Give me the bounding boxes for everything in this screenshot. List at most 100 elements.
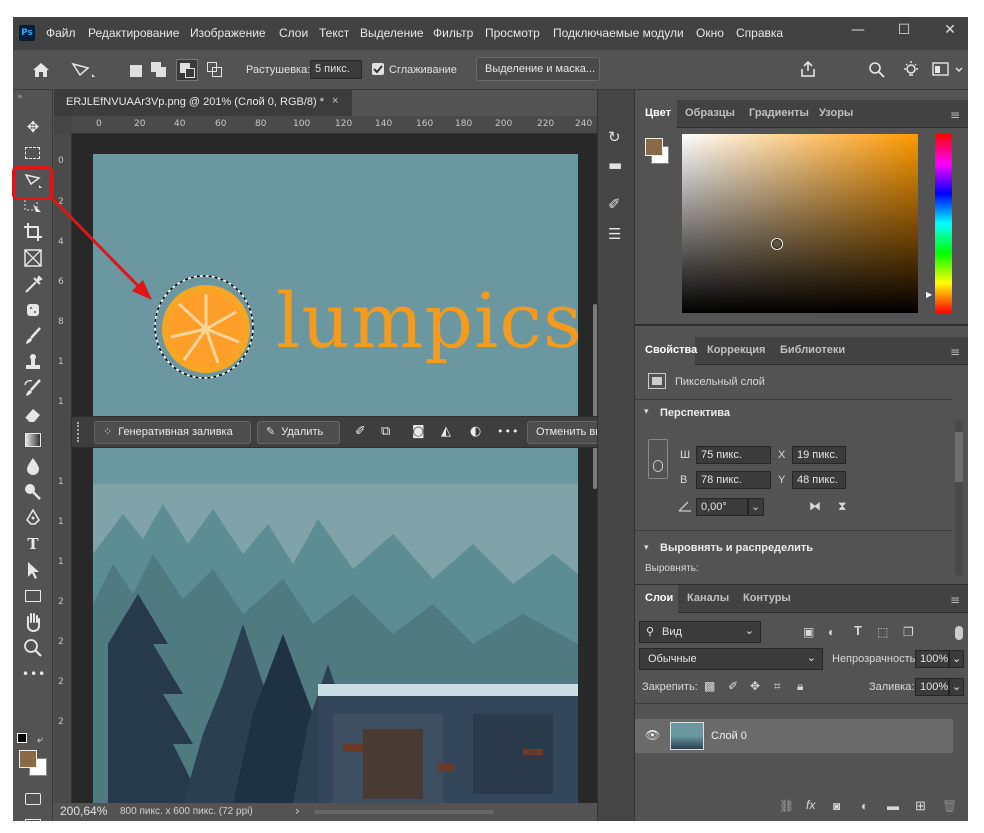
add-selection-icon[interactable]	[151, 62, 167, 78]
hand-tool-icon[interactable]	[22, 611, 44, 633]
home-icon[interactable]	[32, 62, 50, 78]
adjustments-icon[interactable]: ☰	[608, 225, 621, 243]
menu-plugins[interactable]: Подключаемые модули	[553, 26, 684, 40]
marquee-tool-icon[interactable]	[22, 142, 44, 164]
fill-icon[interactable]: ◭	[441, 425, 451, 439]
zoom-level[interactable]: 200,64%	[60, 804, 107, 818]
eraser-tool-icon[interactable]	[22, 403, 44, 425]
height-input[interactable]: 78 пикс.	[696, 471, 771, 489]
more-tools-icon[interactable]: •••	[22, 663, 45, 685]
delete-layer-icon[interactable]: 🗑︎	[942, 799, 957, 813]
collapse-arrow-icon[interactable]: ▾	[644, 406, 649, 417]
new-layer-icon[interactable]: ⊞	[915, 798, 926, 814]
remove-button[interactable]: ✎ Удалить	[257, 421, 340, 444]
tab-channels[interactable]: Каналы	[687, 592, 729, 604]
brush-tool-icon[interactable]	[22, 325, 44, 347]
feather-input[interactable]: 5 пикс.	[310, 60, 362, 79]
hue-slider[interactable]	[935, 134, 952, 313]
lock-all-icon[interactable]: 🔒︎	[797, 679, 803, 694]
menu-image[interactable]: Изображение	[190, 26, 266, 40]
swap-colors-icon[interactable]: ⤶	[37, 733, 43, 747]
close-window-button[interactable]: ✕	[935, 22, 965, 38]
collapse-icon[interactable]: »	[17, 92, 23, 102]
zoom-tool-icon[interactable]	[22, 637, 44, 659]
lock-image-icon[interactable]: ✐	[728, 679, 738, 693]
tab-paths[interactable]: Контуры	[743, 592, 791, 604]
select-and-mask-button[interactable]: Выделение и маска...	[476, 57, 600, 81]
menu-view[interactable]: Просмотр	[485, 26, 540, 40]
tab-libraries[interactable]: Библиотеки	[780, 344, 845, 356]
color-field[interactable]	[682, 134, 918, 313]
horizontal-scrollbar[interactable]	[314, 810, 494, 814]
color-picker-cursor[interactable]	[772, 239, 782, 249]
fill-dropdown-icon[interactable]: ⌄	[949, 678, 964, 696]
gradient-tool-icon[interactable]	[22, 429, 44, 451]
tab-color[interactable]: Цвет	[645, 107, 671, 119]
blend-mode-dropdown[interactable]: Обычные ⌄	[639, 648, 823, 670]
filter-toggle[interactable]	[955, 626, 963, 640]
panel-menu-icon[interactable]: ≡	[950, 593, 960, 607]
brushes-icon[interactable]: ✐	[608, 195, 621, 213]
width-input[interactable]: 75 пикс.	[696, 446, 771, 464]
flip-horizontal-icon[interactable]: ⧓	[809, 499, 821, 513]
more-options-icon[interactable]: •••	[497, 425, 519, 439]
tab-gradients[interactable]: Градиенты	[749, 107, 809, 119]
document-image[interactable]: lumpics	[93, 154, 578, 804]
new-selection-icon[interactable]	[130, 65, 142, 77]
layer-row[interactable]: 👁︎ Слой 0	[635, 719, 953, 753]
status-menu-icon[interactable]: ›	[295, 804, 300, 818]
tab-adjustments[interactable]: Коррекция	[707, 344, 765, 356]
lock-transparent-icon[interactable]: ▩	[704, 679, 715, 693]
layer-name[interactable]: Слой 0	[711, 730, 747, 742]
filter-shape-icon[interactable]: ⬚	[877, 625, 888, 639]
opacity-dropdown-icon[interactable]: ⌄	[949, 650, 964, 668]
share-icon[interactable]	[799, 60, 817, 78]
quick-mask-icon[interactable]	[22, 788, 44, 810]
transform-icon[interactable]: ⧉	[381, 425, 390, 439]
dodge-tool-icon[interactable]	[22, 481, 44, 503]
tab-patterns[interactable]: Узоры	[819, 107, 853, 119]
rectangle-tool-icon[interactable]	[22, 585, 44, 607]
lock-artboard-icon[interactable]: ⌗	[774, 679, 781, 694]
blur-tool-icon[interactable]	[22, 455, 44, 477]
visibility-eye-icon[interactable]: 👁︎	[645, 728, 660, 742]
default-colors-icon[interactable]	[17, 733, 27, 743]
tab-properties[interactable]: Свойства	[645, 344, 697, 356]
document-info[interactable]: 800 пикс. x 600 пикс. (72 ppi)	[120, 806, 253, 817]
menu-file[interactable]: Файл	[46, 26, 76, 40]
pen-tool-icon[interactable]	[22, 507, 44, 529]
history-brush-tool-icon[interactable]	[22, 377, 44, 399]
angle-dropdown-icon[interactable]: ⌄	[748, 498, 764, 516]
maximize-button[interactable]: ☐	[889, 22, 919, 38]
tab-layers[interactable]: Слои	[645, 592, 673, 604]
screen-mode-icon[interactable]	[22, 814, 44, 821]
menu-layers[interactable]: Слои	[279, 26, 308, 40]
perspective-section-title[interactable]: Перспектива	[660, 407, 730, 419]
panel-menu-icon[interactable]: ≡	[950, 108, 960, 122]
drag-handle-icon[interactable]	[77, 422, 80, 442]
filter-adjustment-icon[interactable]: ◐	[828, 625, 835, 639]
subtract-selection-icon[interactable]	[176, 59, 198, 81]
x-input[interactable]: 19 пикс.	[792, 446, 846, 464]
filter-type-icon[interactable]: T	[854, 623, 862, 638]
filter-pixel-icon[interactable]: ▣	[803, 625, 814, 639]
foreground-color-swatch[interactable]	[19, 750, 37, 768]
flip-vertical-icon[interactable]: ⧗	[838, 499, 846, 514]
properties-scrollbar[interactable]	[955, 420, 963, 575]
add-mask-icon[interactable]: ◙	[833, 799, 840, 813]
opacity-input[interactable]: 100%	[915, 650, 949, 668]
mask-icon[interactable]: ◙	[412, 425, 425, 439]
hue-slider-handle-icon[interactable]: ▶	[926, 290, 932, 299]
link-dimensions-icon[interactable]	[648, 439, 668, 479]
collapse-arrow-icon[interactable]: ▾	[644, 542, 649, 553]
antialias-checkbox[interactable]	[372, 63, 384, 75]
path-selection-tool-icon[interactable]	[22, 559, 44, 581]
fill-input[interactable]: 100%	[915, 678, 949, 696]
discover-icon[interactable]	[901, 60, 921, 80]
brush-select-icon[interactable]: ✐	[355, 425, 366, 439]
close-document-icon[interactable]: ×	[332, 95, 338, 107]
generative-fill-button[interactable]: ⁘ Генеративная заливка	[94, 421, 251, 444]
comments-icon[interactable]: ▬	[608, 156, 622, 174]
menu-window[interactable]: Окно	[696, 26, 724, 40]
angle-input[interactable]: 0,00°	[696, 498, 748, 516]
